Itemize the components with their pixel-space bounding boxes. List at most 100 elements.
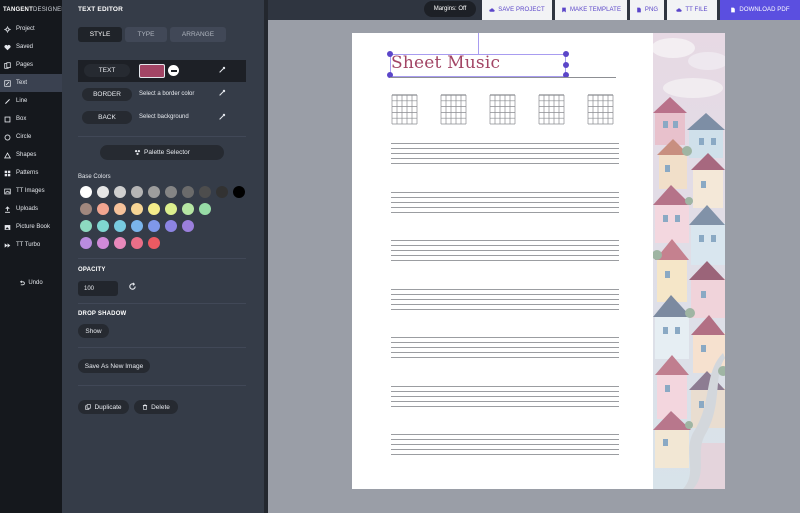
- staff-line: [391, 158, 619, 159]
- sidebar-item-picture-book[interactable]: Picture Book: [0, 218, 62, 236]
- color-swatch[interactable]: [233, 186, 245, 198]
- page-title-text[interactable]: Sheet Music: [391, 53, 500, 73]
- color-swatch[interactable]: [182, 186, 194, 198]
- chord-diagram[interactable]: [538, 94, 565, 125]
- color-swatch[interactable]: [148, 220, 160, 232]
- music-staff[interactable]: [391, 434, 619, 459]
- background-color-label[interactable]: BACK: [82, 111, 132, 124]
- sidebar-item-tt-images[interactable]: TT Images: [0, 182, 62, 200]
- color-swatch[interactable]: [165, 203, 177, 215]
- section-divider: [78, 303, 246, 304]
- sidebar-item-text[interactable]: Text: [0, 74, 62, 92]
- color-swatch[interactable]: [182, 220, 194, 232]
- eyedropper-icon[interactable]: [218, 89, 226, 97]
- color-swatch[interactable]: [114, 203, 126, 215]
- sidebar-item-label: Patterns: [16, 170, 39, 176]
- duplicate-button[interactable]: Duplicate: [78, 400, 129, 414]
- resize-handle-top-right[interactable]: [563, 51, 569, 57]
- sidebar-item-box[interactable]: Box: [0, 110, 62, 128]
- triangle-icon: [3, 151, 12, 160]
- color-swatch[interactable]: [131, 186, 143, 198]
- download-pdf-button[interactable]: DOWNLOAD PDF: [720, 0, 800, 20]
- margins-toggle[interactable]: Margins: Off: [424, 1, 476, 17]
- staff-line: [391, 293, 619, 295]
- village-illustration[interactable]: [653, 33, 725, 489]
- tab-arrange[interactable]: ARRANGE: [170, 27, 226, 42]
- refresh-icon[interactable]: [128, 282, 137, 291]
- sidebar-item-patterns[interactable]: Patterns: [0, 164, 62, 182]
- border-color-label[interactable]: BORDER: [82, 88, 132, 101]
- chord-diagram[interactable]: [440, 94, 467, 125]
- music-staff[interactable]: [391, 191, 619, 217]
- sidebar-item-shapes[interactable]: Shapes: [0, 146, 62, 164]
- delete-button[interactable]: Delete: [134, 400, 178, 414]
- color-swatch[interactable]: [114, 237, 126, 249]
- background-color-placeholder[interactable]: Select background: [139, 114, 189, 120]
- eyedropper-icon[interactable]: [218, 66, 226, 74]
- color-swatch[interactable]: [97, 186, 109, 198]
- color-swatch[interactable]: [131, 220, 143, 232]
- chord-diagram[interactable]: [489, 94, 516, 125]
- color-swatch[interactable]: [97, 237, 109, 249]
- music-staff[interactable]: [391, 143, 619, 168]
- music-staff[interactable]: [391, 385, 619, 411]
- sidebar-item-project[interactable]: Project: [0, 20, 62, 38]
- eyedropper-icon[interactable]: [218, 113, 226, 121]
- heart-icon: [3, 43, 12, 52]
- color-swatch[interactable]: [131, 203, 143, 215]
- color-swatch[interactable]: [165, 186, 177, 198]
- color-swatch[interactable]: [114, 220, 126, 232]
- sidebar-item-label: Line: [16, 98, 28, 104]
- save-as-new-image-button[interactable]: Save As New Image: [78, 359, 150, 373]
- make-template-button[interactable]: MAKE TEMPLATE: [555, 0, 627, 20]
- color-swatch[interactable]: [216, 186, 228, 198]
- staff-line: [391, 342, 619, 343]
- remove-color-button[interactable]: [168, 65, 179, 76]
- text-color-label[interactable]: TEXT: [84, 64, 130, 77]
- text-color-swatch[interactable]: [139, 64, 165, 78]
- color-swatch[interactable]: [97, 220, 109, 232]
- palette-selector-button[interactable]: Palette Selector: [100, 145, 224, 160]
- color-swatch[interactable]: [80, 220, 92, 232]
- save-project-button[interactable]: SAVE PROJECT: [482, 0, 552, 20]
- chord-diagram[interactable]: [391, 94, 418, 125]
- border-color-placeholder[interactable]: Select a border color: [139, 91, 194, 97]
- circle-icon: [3, 133, 12, 142]
- music-staff[interactable]: [391, 240, 619, 265]
- rotation-handle-line: [478, 33, 479, 54]
- color-swatch[interactable]: [199, 186, 211, 198]
- color-swatch[interactable]: [131, 237, 143, 249]
- sidebar-item-label: TT Images: [16, 188, 45, 194]
- png-button[interactable]: PNG: [630, 0, 664, 20]
- resize-handle-top-left[interactable]: [387, 51, 393, 57]
- sidebar-item-tt-turbo[interactable]: TT Turbo: [0, 236, 62, 254]
- color-swatch[interactable]: [199, 203, 211, 215]
- sidebar-item-circle[interactable]: Circle: [0, 128, 62, 146]
- color-swatch[interactable]: [80, 237, 92, 249]
- sidebar-item-pages[interactable]: Pages: [0, 56, 62, 74]
- color-swatch[interactable]: [148, 186, 160, 198]
- music-staff[interactable]: [391, 288, 619, 314]
- sidebar-item-uploads[interactable]: Uploads: [0, 200, 62, 218]
- opacity-input[interactable]: 100: [78, 281, 118, 296]
- color-swatch[interactable]: [97, 203, 109, 215]
- tab-style[interactable]: STYLE: [78, 27, 122, 42]
- color-swatch[interactable]: [80, 186, 92, 198]
- color-swatch[interactable]: [148, 237, 160, 249]
- color-swatch[interactable]: [148, 203, 160, 215]
- chord-diagram[interactable]: [587, 94, 614, 125]
- undo-button[interactable]: Undo: [0, 276, 62, 290]
- undo-icon: [20, 280, 26, 286]
- resize-handle-right[interactable]: [563, 62, 569, 68]
- color-swatch[interactable]: [165, 220, 177, 232]
- tt-file-button[interactable]: TT FILE: [667, 0, 717, 20]
- color-swatch[interactable]: [114, 186, 126, 198]
- tab-type[interactable]: TYPE: [125, 27, 167, 42]
- sidebar-item-saved[interactable]: Saved: [0, 38, 62, 56]
- show-shadow-button[interactable]: Show: [78, 324, 109, 338]
- color-swatch[interactable]: [182, 203, 194, 215]
- color-swatch[interactable]: [80, 203, 92, 215]
- music-staff[interactable]: [391, 337, 619, 362]
- sidebar-item-line[interactable]: Line: [0, 92, 62, 110]
- staff-line: [391, 245, 619, 246]
